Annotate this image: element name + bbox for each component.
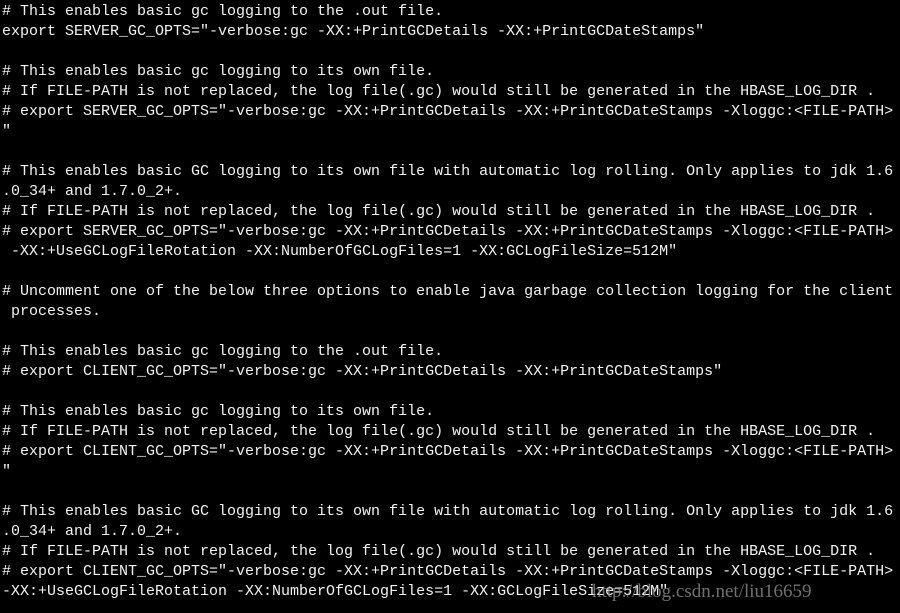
terminal-line: # export CLIENT_GC_OPTS="-verbose:gc -XX… [2, 443, 894, 460]
terminal-line: # This enables basic GC logging to its o… [2, 503, 894, 520]
terminal-line: .0_34+ and 1.7.0_2+. [2, 523, 183, 540]
terminal-line: # If FILE-PATH is not replaced, the log … [2, 423, 876, 440]
terminal-line: " [2, 123, 12, 140]
terminal-line: .0_34+ and 1.7.0_2+. [2, 183, 183, 200]
terminal-line: # If FILE-PATH is not replaced, the log … [2, 83, 876, 100]
terminal-line: # Uncomment one of the below three optio… [2, 283, 894, 300]
terminal-line: -XX:+UseGCLogFileRotation -XX:NumberOfGC… [2, 243, 678, 260]
terminal-line: # export CLIENT_GC_OPTS="-verbose:gc -XX… [2, 363, 723, 380]
terminal-line: " [2, 463, 12, 480]
terminal-text[interactable]: # This enables basic gc logging to the .… [2, 2, 893, 602]
terminal-line: # This enables basic gc logging to its o… [2, 403, 435, 420]
terminal-line: # This enables basic GC logging to its o… [2, 163, 894, 180]
terminal-line: # export CLIENT_GC_OPTS="-verbose:gc -XX… [2, 563, 894, 580]
terminal-line: # This enables basic gc logging to its o… [2, 63, 435, 80]
terminal-line: # If FILE-PATH is not replaced, the log … [2, 203, 876, 220]
terminal-line: # If FILE-PATH is not replaced, the log … [2, 543, 876, 560]
terminal-line: # export SERVER_GC_OPTS="-verbose:gc -XX… [2, 223, 894, 240]
terminal-line: # export SERVER_GC_OPTS="-verbose:gc -XX… [2, 103, 894, 120]
terminal-line: export SERVER_GC_OPTS="-verbose:gc -XX:+… [2, 23, 705, 40]
terminal-line: # This enables basic gc logging to the .… [2, 343, 444, 360]
terminal-line: processes. [2, 303, 102, 320]
terminal-line: # This enables basic gc logging to the .… [2, 3, 444, 20]
watermark: http://blog.csdn.net/liu16659 [592, 581, 812, 602]
